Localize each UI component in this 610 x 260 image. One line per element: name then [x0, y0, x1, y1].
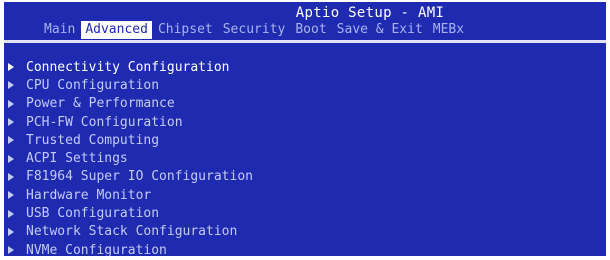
menu-item-pch-fw-configuration[interactable]: PCH-FW Configuration — [8, 113, 253, 131]
menu-item-label: Power & Performance — [26, 96, 175, 112]
menu-item-label: CPU Configuration — [26, 77, 160, 93]
submenu-arrow-icon — [8, 227, 14, 236]
submenu-arrow-icon — [8, 172, 14, 181]
tab-advanced[interactable]: Advanced — [81, 21, 152, 39]
tab-save-exit[interactable]: Save & Exit — [333, 21, 427, 39]
tab-chipset[interactable]: Chipset — [154, 21, 217, 39]
submenu-list: Connectivity Configuration CPU Configura… — [8, 58, 253, 256]
advanced-menu-panel: Connectivity Configuration CPU Configura… — [4, 43, 606, 256]
menu-item-label: Connectivity Configuration — [26, 59, 230, 75]
tab-security[interactable]: Security — [219, 21, 290, 39]
menu-item-nvme-configuration[interactable]: NVMe Configuration — [8, 241, 253, 256]
submenu-arrow-icon — [8, 209, 14, 218]
menu-item-connectivity-configuration[interactable]: Connectivity Configuration — [8, 58, 253, 76]
submenu-arrow-icon — [8, 191, 14, 200]
submenu-arrow-icon — [8, 99, 14, 108]
menu-item-label: PCH-FW Configuration — [26, 114, 183, 130]
menu-item-hardware-monitor[interactable]: Hardware Monitor — [8, 186, 253, 204]
bios-setup-window: Aptio Setup - AMI Main Advanced Chipset … — [4, 2, 606, 256]
tab-boot[interactable]: Boot — [291, 21, 330, 39]
tab-mebx[interactable]: MEBx — [429, 21, 468, 39]
menu-item-trusted-computing[interactable]: Trusted Computing — [8, 131, 253, 149]
menu-item-label: Trusted Computing — [26, 132, 160, 148]
header-bar: Aptio Setup - AMI Main Advanced Chipset … — [4, 2, 606, 40]
menu-item-usb-configuration[interactable]: USB Configuration — [8, 204, 253, 222]
menu-item-label: ACPI Settings — [26, 151, 128, 167]
app-title: Aptio Setup - AMI — [295, 5, 445, 21]
menu-item-label: NVMe Configuration — [26, 242, 167, 256]
menu-item-super-io-configuration[interactable]: F81964 Super IO Configuration — [8, 168, 253, 186]
submenu-arrow-icon — [8, 81, 14, 90]
screen: Aptio Setup - AMI Main Advanced Chipset … — [0, 0, 610, 260]
submenu-arrow-icon — [8, 63, 14, 72]
menu-item-cpu-configuration[interactable]: CPU Configuration — [8, 76, 253, 94]
menu-item-power-performance[interactable]: Power & Performance — [8, 95, 253, 113]
menu-item-acpi-settings[interactable]: ACPI Settings — [8, 149, 253, 167]
submenu-arrow-icon — [8, 154, 14, 163]
menu-item-network-stack-configuration[interactable]: Network Stack Configuration — [8, 223, 253, 241]
tab-bar: Main Advanced Chipset Security Boot Save… — [4, 21, 606, 39]
tab-main[interactable]: Main — [40, 21, 79, 39]
menu-item-label: F81964 Super IO Configuration — [26, 169, 253, 185]
submenu-arrow-icon — [8, 246, 14, 255]
menu-item-label: Network Stack Configuration — [26, 224, 238, 240]
menu-item-label: USB Configuration — [26, 206, 160, 222]
submenu-arrow-icon — [8, 136, 14, 145]
submenu-arrow-icon — [8, 118, 14, 127]
menu-item-label: Hardware Monitor — [26, 187, 152, 203]
